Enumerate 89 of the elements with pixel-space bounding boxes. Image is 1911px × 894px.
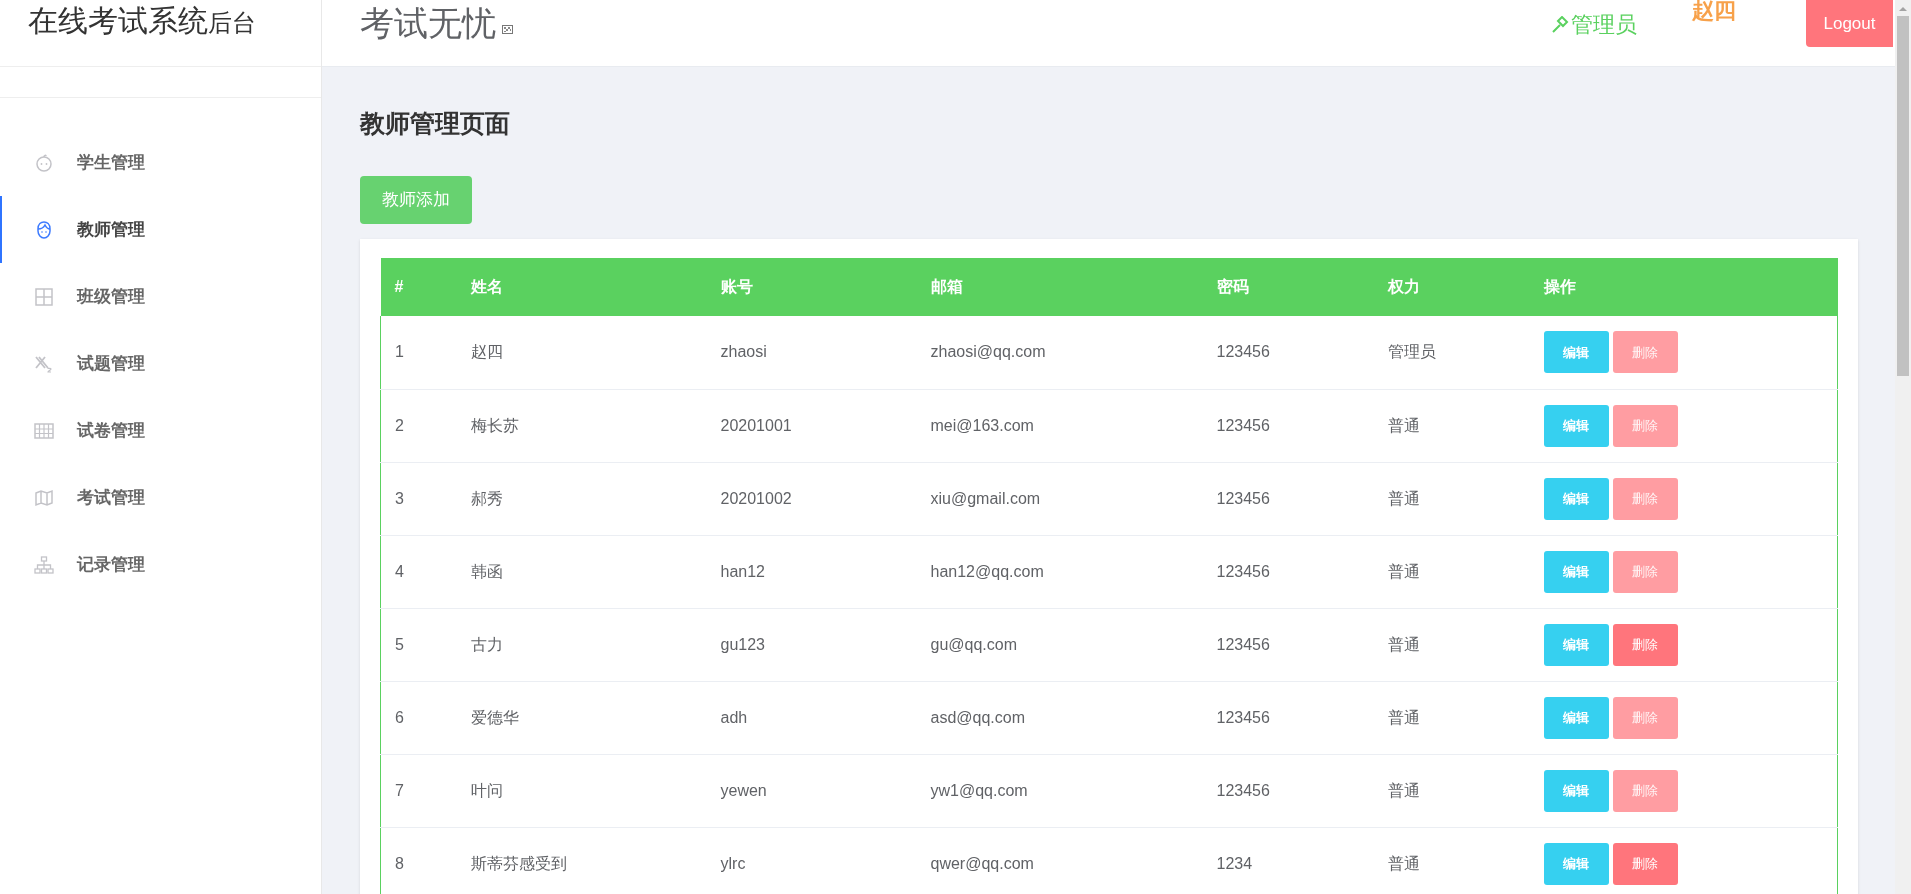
table-cell: asd@qq.com [916,681,1203,754]
table-cell: 20201002 [706,462,917,535]
table-cell: 普通 [1373,462,1530,535]
scrollbar[interactable] [1895,0,1911,894]
site-title: 考试无忧 [360,3,496,43]
table-cell: ylrc [706,827,917,894]
edit-button[interactable]: 编辑 [1543,696,1609,739]
column-header: 密码 [1202,258,1374,316]
edit-button[interactable]: 编辑 [1543,842,1609,885]
column-header: 账号 [706,258,917,316]
table-cell: 6 [380,681,457,754]
table-cell: 123456 [1202,535,1374,608]
table-cell: 123456 [1202,681,1374,754]
table-cell: zhaosi [706,316,917,389]
sidebar-item[interactable]: 记录管理 [0,531,321,598]
table-cell: yw1@qq.com [916,754,1203,827]
edit-button[interactable]: 编辑 [1543,404,1609,447]
table-cell: adh [706,681,917,754]
table-cell: 123456 [1202,389,1374,462]
table-cell: 3 [380,462,457,535]
table-cell: 普通 [1373,827,1530,894]
table-cell: han12 [706,535,917,608]
brand-title: 在线考试系统后台 [28,3,256,39]
table-cell: 郝秀 [456,462,707,535]
table-cell: 普通 [1373,389,1530,462]
table-cell: 韩函 [456,535,707,608]
table-cell: yewen [706,754,917,827]
edit-button[interactable]: 编辑 [1543,769,1609,812]
sitemap-icon [34,554,54,575]
table-cell: 古力 [456,608,707,681]
table-cell: 2 [380,389,457,462]
column-header: # [380,258,457,316]
column-header: 权力 [1373,258,1530,316]
delete-button[interactable]: 删除 [1612,623,1678,666]
table-cell: 1234 [1202,827,1374,894]
scroll-up-arrow-icon[interactable] [1898,4,1908,14]
baby-face-icon [34,152,54,173]
table-cell: 123456 [1202,608,1374,681]
table-cell: 123456 [1202,316,1374,389]
table-cell: 7 [380,754,457,827]
page-title: 教师管理页面 [360,108,511,139]
table-cell: 4 [380,535,457,608]
table-cell: qwer@qq.com [916,827,1203,894]
edit-button[interactable]: 编辑 [1543,550,1609,593]
gavel-icon [1551,15,1569,34]
map-icon [34,487,54,508]
sidebar-item[interactable]: 考试管理 [0,464,321,531]
table-cell: 赵四 [456,316,707,389]
table-cell: 普通 [1373,608,1530,681]
grid-icon [34,286,54,307]
table-cell: 123456 [1202,462,1374,535]
column-header: 邮箱 [916,258,1203,316]
table-cell: 叶问 [456,754,707,827]
table-cell: 1 [380,316,457,389]
table-cell: 普通 [1373,681,1530,754]
table-cell: 5 [380,608,457,681]
table-cell: 8 [380,827,457,894]
sidebar-item[interactable]: 班级管理 [0,263,321,330]
delete-button[interactable]: 删除 [1612,842,1678,885]
edit-button[interactable]: 编辑 [1543,331,1609,374]
logout-button[interactable]: Logout [1806,0,1893,47]
table-cell: 普通 [1373,754,1530,827]
edit-button[interactable]: 编辑 [1543,623,1609,666]
user-name: 赵四 [1692,0,1736,22]
sidebar-item[interactable]: 试卷管理 [0,397,321,464]
sidebar-item[interactable]: 试题管理 [0,330,321,397]
table-cell: 123456 [1202,754,1374,827]
table-cell: 梅长苏 [456,389,707,462]
add-teacher-button[interactable]: 教师添加 [360,176,472,224]
role-label: 管理员 [1551,8,1637,41]
table-cell: 斯蒂芬感受到 [456,827,707,894]
face-icon [34,219,54,240]
sidebar-item[interactable]: 学生管理 [0,129,321,196]
table-cell: 管理员 [1373,316,1530,389]
edit-button[interactable]: 编辑 [1543,477,1609,520]
table-cell: xiu@gmail.com [916,462,1203,535]
sidebar-item[interactable]: 教师管理 [0,196,321,263]
table-cell: 20201001 [706,389,917,462]
table-cell: gu@qq.com [916,608,1203,681]
column-header: 姓名 [456,258,707,316]
table-cell: han12@qq.com [916,535,1203,608]
table-icon [34,420,54,441]
table-cell: 爱德华 [456,681,707,754]
table-cell: 普通 [1373,535,1530,608]
column-header: 操作 [1529,258,1838,316]
table-cell: gu123 [706,608,917,681]
table-cell: zhaosi@qq.com [916,316,1203,389]
broken-image-icon [502,24,513,34]
table-cell: mei@163.com [916,389,1203,462]
